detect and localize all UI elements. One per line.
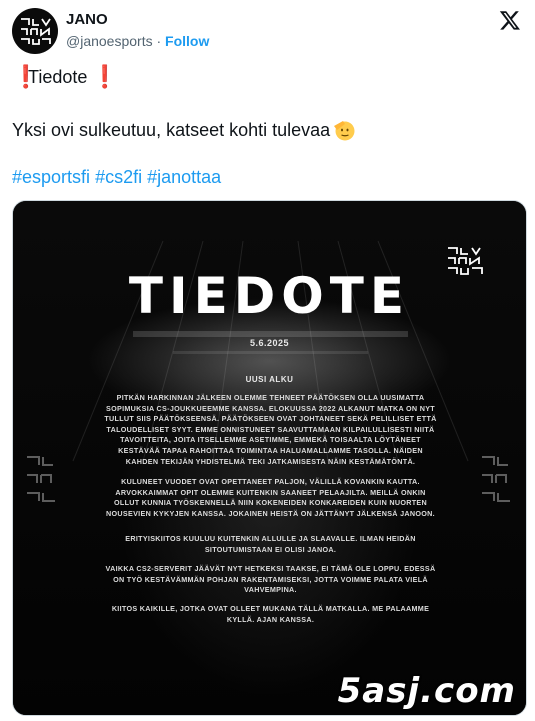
exclamation-icon: ❗ [91,64,119,89]
watermark-text: 5asj.com [337,671,516,711]
jano-logo-icon [21,18,51,45]
hashtag-link[interactable]: #esportsfi [12,167,90,187]
poster-date: 5.6.2025 [249,338,290,348]
saluting-face-icon [334,121,355,141]
tweet-line-body: Yksi ovi sulkeutuu, katseet kohti tuleva… [12,118,523,142]
tweet-line-announcement: ❗ Tiedote ❗ [12,65,523,89]
author-name[interactable]: JANO [66,11,108,28]
watermark: 5asj.com [338,671,516,711]
poster-paragraph: Kuluneet vuodet ovat opettaneet paljon, … [106,477,435,518]
tweet-media-image[interactable]: TIEDOTE 5.6.2025 UUSI ALKU Pitkän harkin… [12,200,527,716]
poster-title: TIEDOTE [128,267,411,325]
author-handle[interactable]: @janoesports [66,33,153,49]
tweet-announcement-text: Tiedote [28,67,88,87]
tweet-hashtags: #esportsfi #cs2fi #janottaa [12,165,523,189]
poster-paragraph: Kiitos kaikille, jotka ovat olleet mukan… [111,604,430,624]
x-logo-icon[interactable] [499,9,521,31]
separator-dot: · [156,33,162,49]
hashtag-link[interactable]: #janottaa [147,167,221,187]
follow-button[interactable]: Follow [165,33,209,49]
author-meta: @janoesports · Follow [66,33,209,49]
poster-paragraph: Erityiskiitos kuuluu kuitenkin allulle j… [125,534,416,554]
poster-paragraph: Pitkän harkinnan jälkeen olemme tehneet … [104,393,437,466]
side-logo-right-icon [482,456,510,502]
side-logo-left-icon [27,456,55,502]
avatar[interactable] [12,8,58,54]
poster-paragraph: Vaikka CS2-serverit jäävät nyt hetkeksi … [105,564,436,595]
exclamation-icon: ❗ [12,64,40,89]
tweet-header: JANO @janoesports · Follow [12,8,523,58]
poster-subtitle: UUSI ALKU [245,375,294,384]
tweet-body-text: Yksi ovi sulkeutuu, katseet kohti tuleva… [12,120,331,140]
hashtag-link[interactable]: #cs2fi [95,167,142,187]
